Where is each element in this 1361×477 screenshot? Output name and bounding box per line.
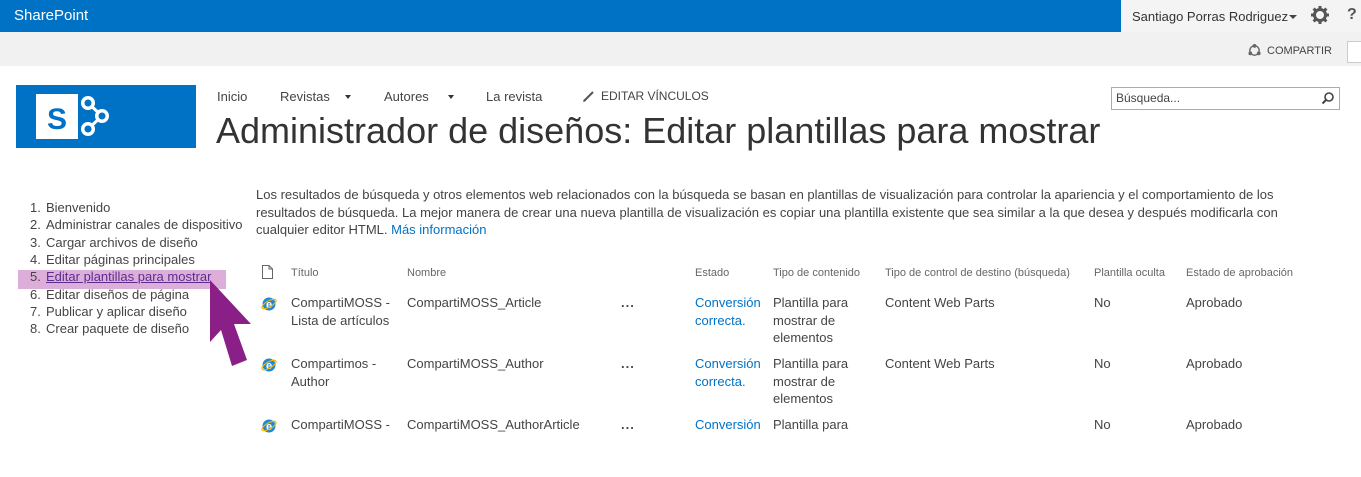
step-edit-master-pages[interactable]: 4. Editar páginas principales	[30, 252, 195, 267]
step-label: Publicar y aplicar diseño	[46, 303, 187, 319]
table-row[interactable]: e CompartiMOSS - CompartiMOSS_AuthorArti…	[256, 416, 1356, 477]
svg-text:S: S	[47, 103, 67, 136]
cell-approval: Aprobado	[1186, 417, 1243, 432]
more-info-link[interactable]: Más información	[391, 222, 486, 237]
step-number: 5.	[30, 269, 41, 285]
file-type-icon: e	[261, 358, 277, 372]
chevron-down-icon[interactable]	[345, 95, 351, 99]
column-header-status[interactable]: Estado	[695, 267, 729, 279]
column-header-content-type[interactable]: Tipo de contenido	[773, 267, 860, 279]
table-row[interactable]: e CompartiMOSS - Lista de artículos Comp…	[256, 294, 1356, 355]
document-icon	[262, 265, 273, 279]
column-header-approval[interactable]: Estado de aprobación	[1186, 267, 1293, 279]
nav-item-autores[interactable]: Autores	[384, 89, 429, 104]
row-menu-button[interactable]: ...	[621, 294, 635, 312]
step-label: Bienvenido	[46, 200, 111, 215]
pencil-icon	[583, 90, 594, 102]
step-device-channels[interactable]: 2. Administrar canales de dispositivo	[30, 217, 243, 232]
cell-status-link[interactable]: Conversión correcta.	[695, 356, 761, 389]
gear-icon[interactable]	[1310, 5, 1330, 25]
file-type-icon: e	[261, 419, 277, 433]
share-label: COMPARTIR	[1267, 44, 1332, 57]
step-label: Crear paquete de diseño	[46, 321, 190, 337]
cell-content-type: Plantilla para mostrar de elementos	[773, 356, 849, 406]
brand-link[interactable]: SharePoint	[14, 7, 88, 24]
cell-status-link[interactable]: Conversión	[695, 417, 761, 432]
cell-hidden: No	[1094, 356, 1111, 371]
search-icon[interactable]	[1321, 91, 1335, 105]
cell-content-type: Plantilla para mostrar de elementos	[773, 295, 849, 345]
step-number: 2.	[30, 217, 41, 233]
step-label: Cargar archivos de diseño	[46, 234, 198, 250]
help-icon[interactable]: ?	[1347, 6, 1357, 24]
cell-hidden: No	[1094, 417, 1111, 432]
step-edit-page-layouts[interactable]: 6. Editar diseños de página	[30, 287, 189, 302]
share-button[interactable]: COMPARTIR	[1247, 43, 1332, 58]
ribbon-bar: COMPARTIR	[0, 32, 1361, 66]
cell-title[interactable]: CompartiMOSS - Lista de artículos	[291, 294, 401, 329]
chevron-down-icon[interactable]	[448, 95, 454, 99]
step-label: Editar páginas principales	[46, 251, 195, 267]
search-box	[1111, 87, 1340, 110]
file-type-icon: e	[261, 297, 277, 311]
cell-title[interactable]: CompartiMOSS -	[291, 416, 401, 434]
column-header-target-control[interactable]: Tipo de control de destino (búsqueda)	[885, 267, 1070, 279]
cell-approval: Aprobado	[1186, 295, 1243, 310]
chevron-down-icon[interactable]	[1289, 15, 1297, 19]
user-menu[interactable]: Santiago Porras Rodriguez	[1132, 9, 1288, 24]
step-number: 8.	[30, 321, 41, 337]
step-label: Editar diseños de página	[46, 286, 190, 302]
cell-name: CompartiMOSS_Article	[407, 295, 542, 310]
page-title: Administrador de diseños: Editar plantil…	[216, 110, 1101, 151]
share-icon	[1248, 43, 1261, 56]
user-area: Santiago Porras Rodriguez ?	[1121, 0, 1361, 32]
table-row[interactable]: e Compartimos - Author CompartiMOSS_Auth…	[256, 355, 1356, 416]
pointer-arrow-icon	[210, 280, 251, 366]
edit-links-button[interactable]: EDITAR VÍNCULOS	[582, 89, 709, 103]
cell-target-control: Content Web Parts	[885, 295, 995, 310]
step-label: Editar plantillas para mostrar	[46, 269, 212, 285]
site-logo[interactable]: S	[16, 85, 196, 148]
step-number: 1.	[30, 200, 41, 215]
nav-item-revistas[interactable]: Revistas	[280, 89, 330, 104]
step-label: Administrar canales de dispositivo	[46, 217, 243, 233]
focus-content-button[interactable]	[1347, 41, 1361, 63]
step-number: 6.	[30, 286, 41, 302]
search-input[interactable]	[1116, 89, 1312, 107]
cell-name: CompartiMOSS_Author	[407, 356, 544, 371]
cell-title[interactable]: Compartimos - Author	[291, 355, 401, 390]
step-edit-display-templates[interactable]: 5. Editar plantillas para mostrar	[30, 269, 211, 284]
cell-content-type: Plantilla para	[773, 417, 849, 432]
cell-status-link[interactable]: Conversión correcta.	[695, 295, 761, 328]
cell-name: CompartiMOSS_AuthorArticle	[407, 417, 580, 432]
step-welcome[interactable]: 1. Bienvenido	[30, 200, 110, 215]
step-upload-design-files[interactable]: 3. Cargar archivos de diseño	[30, 235, 198, 250]
nav-item-la-revista[interactable]: La revista	[486, 89, 542, 104]
step-number: 7.	[30, 303, 41, 319]
edit-links-label: EDITAR VÍNCULOS	[601, 89, 709, 103]
step-number: 4.	[30, 251, 41, 267]
column-header-name[interactable]: Nombre	[407, 267, 446, 279]
cell-target-control: Content Web Parts	[885, 356, 995, 371]
suite-bar: SharePoint Santiago Porras Rodriguez ?	[0, 0, 1361, 32]
row-menu-button[interactable]: ...	[621, 355, 635, 373]
page-description: Los resultados de búsqueda y otros eleme…	[256, 186, 1296, 239]
row-menu-button[interactable]: ...	[621, 416, 635, 434]
column-header-hidden[interactable]: Plantilla oculta	[1094, 267, 1165, 279]
step-number: 3.	[30, 234, 41, 250]
step-create-package[interactable]: 8. Crear paquete de diseño	[30, 321, 189, 336]
step-publish-design[interactable]: 7. Publicar y aplicar diseño	[30, 304, 187, 319]
column-header-title[interactable]: Título	[291, 267, 319, 279]
nav-item-inicio[interactable]: Inicio	[217, 89, 247, 104]
sharepoint-logo-icon: S	[36, 94, 109, 139]
cell-hidden: No	[1094, 295, 1111, 310]
cell-approval: Aprobado	[1186, 356, 1243, 371]
